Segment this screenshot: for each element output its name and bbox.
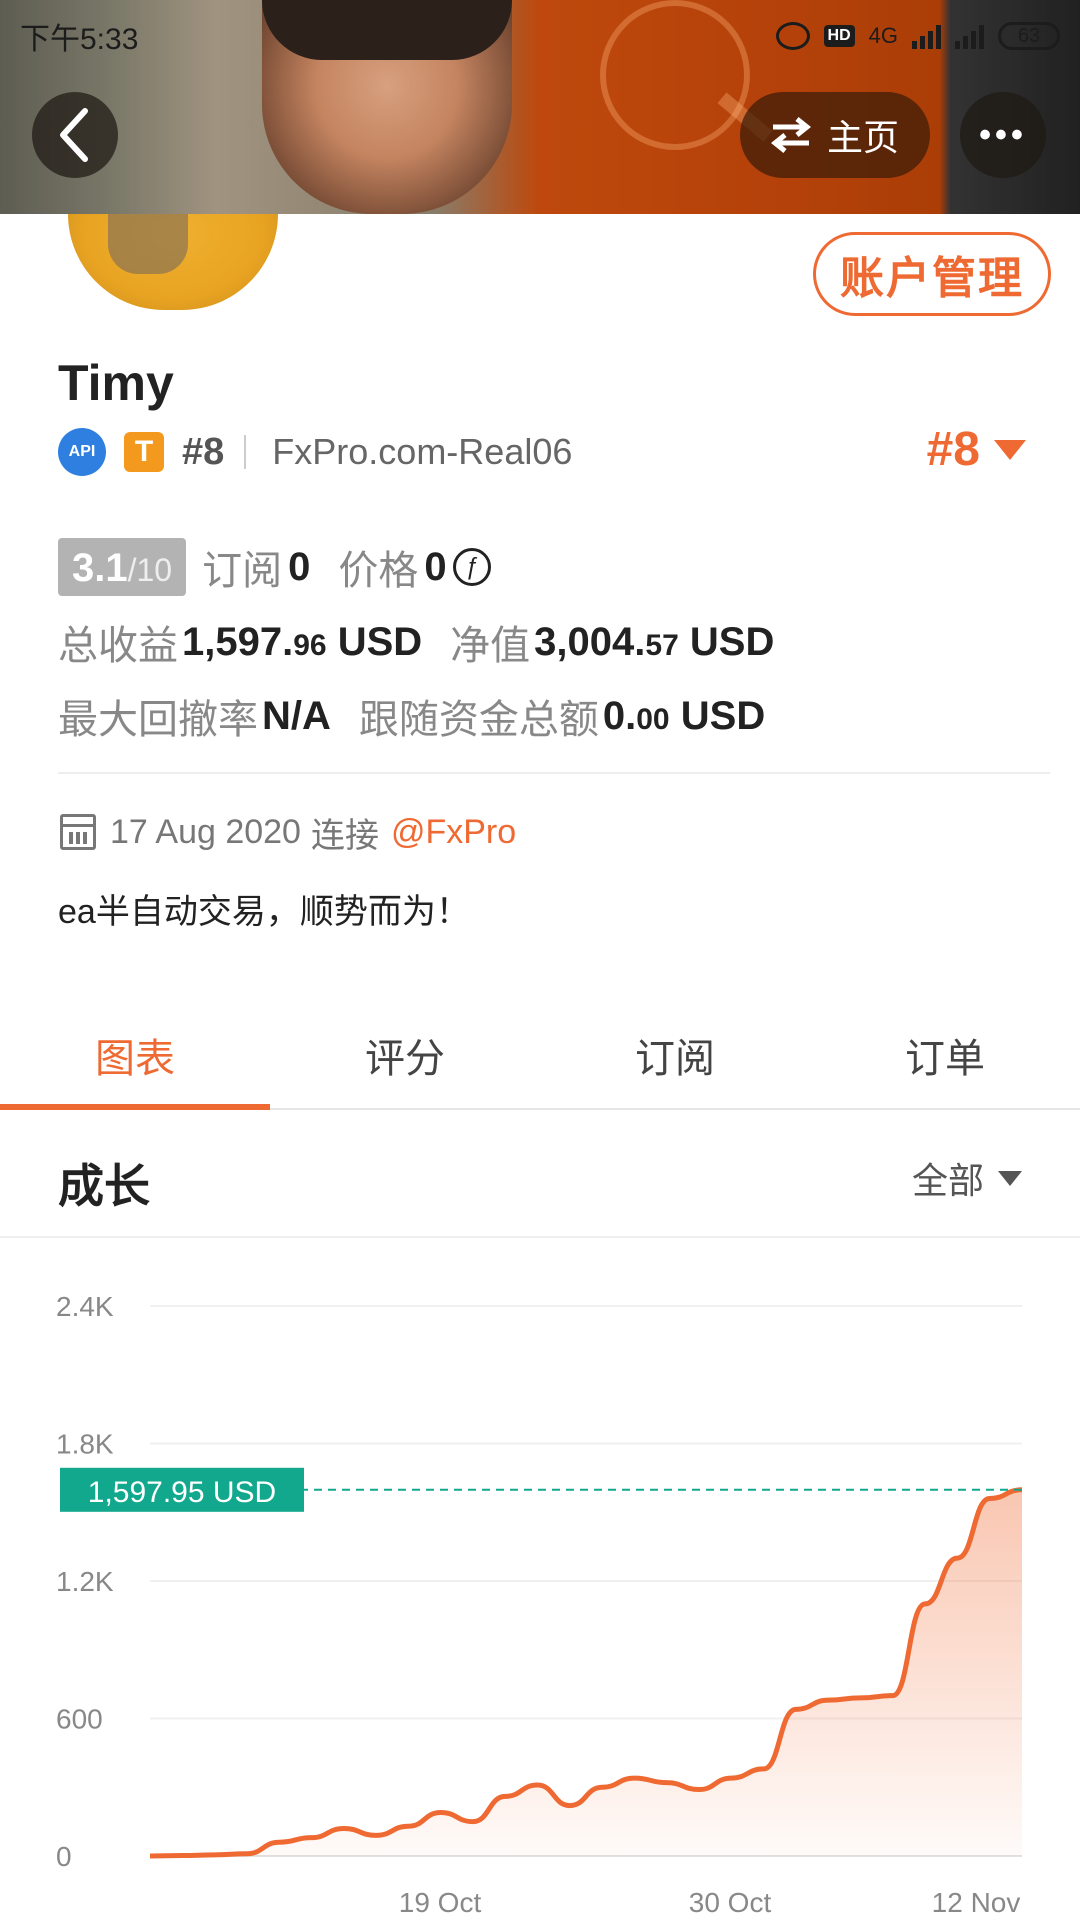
api-badge-icon: API [58, 428, 106, 476]
section-title: 成长 [58, 1160, 150, 1212]
rank-dropdown-label: #8 [926, 423, 980, 476]
more-button[interactable]: ••• [960, 92, 1046, 178]
battery-icon: 63 [998, 22, 1060, 50]
y-tick-label: 2.4K [56, 1291, 114, 1322]
home-button[interactable]: 主页 [740, 92, 930, 178]
tab-bar: 图表 评分 订阅 订单 [0, 1002, 1080, 1110]
swap-icon [770, 117, 811, 153]
current-value-label: 1,597.95 USD [88, 1476, 276, 1509]
x-tick-label: 30 Oct [689, 1887, 772, 1918]
stats-row-3: 最大回撤率 N/A 跟随资金总额 0.00 USD [58, 688, 765, 744]
range-dropdown[interactable]: 全部 [912, 1152, 1022, 1204]
avatar[interactable] [68, 214, 278, 310]
y-tick-label: 1.2K [56, 1566, 114, 1597]
total-profit-label: 总收益 [58, 624, 178, 668]
equity-value: 3,004.57 USD [534, 619, 775, 664]
signal-icon-2 [955, 23, 984, 49]
price-label: 价格 [338, 549, 419, 593]
x-tick-label: 19 Oct [399, 1887, 482, 1918]
series-area [150, 1489, 1022, 1856]
total-profit-value: 1,597.96 USD [182, 619, 423, 664]
more-icon: ••• [979, 115, 1027, 154]
subscribe-label: 订阅 [202, 549, 283, 593]
server-name: FxPro.com-Real06 [272, 431, 573, 472]
subscribe-count: 0 [288, 544, 311, 589]
y-tick-label: 600 [56, 1704, 103, 1735]
equity-label: 净值 [450, 624, 531, 668]
growth-section-header: 成长 全部 [0, 1112, 1080, 1238]
network-label: 4G [868, 23, 898, 48]
x-tick-label: 12 Nov [932, 1887, 1021, 1918]
follow-funds-label: 跟随资金总额 [358, 698, 599, 742]
connect-date: 17 Aug 2020 [110, 812, 301, 851]
max-drawdown-label: 最大回撤率 [58, 698, 258, 742]
stats-row-2: 总收益 1,597.96 USD 净值 3,004.57 USD [58, 614, 774, 670]
growth-chart[interactable]: 2.4K 1.8K 1.2K 600 0 19 Oct 30 Oct 12 Nov 1,597.… [0, 1240, 1080, 1920]
range-label: 全部 [911, 1160, 984, 1201]
coin-icon: ƒ [452, 548, 491, 586]
rank-dropdown[interactable]: #8 [927, 422, 1026, 477]
signal-icon [912, 23, 941, 49]
price-value: 0 [424, 544, 447, 589]
caret-down-icon [994, 439, 1026, 460]
y-tick-label: 1.8K [56, 1429, 114, 1460]
trader-name: Timy [58, 355, 174, 411]
tab-chart[interactable]: 图表 [0, 1002, 270, 1110]
divider [244, 435, 247, 469]
hd-icon: HD [823, 25, 855, 47]
alarm-icon [775, 22, 810, 50]
follow-funds-value: 0.00 USD [602, 693, 766, 738]
growth-chart-svg: 2.4K 1.8K 1.2K 600 0 19 Oct 30 Oct 12 Nov 1,597.… [56, 1291, 1023, 1918]
score-badge: 3.1/10 [58, 538, 187, 596]
tier-badge-icon: T [124, 432, 164, 472]
tab-rating[interactable]: 评分 [270, 1002, 540, 1108]
max-drawdown-value: N/A [262, 693, 331, 738]
tab-orders[interactable]: 订单 [810, 1002, 1080, 1108]
divider [58, 772, 1050, 774]
home-label: 主页 [826, 117, 899, 158]
calendar-icon [60, 814, 96, 850]
status-bar: 下午5:33 HD 4G 63 [20, 16, 1060, 56]
trader-bio: ea半自动交易，顺势而为！ [58, 893, 470, 931]
trader-badges: API T #8 FxPro.com-Real06 [58, 428, 572, 476]
connect-label: 连接 [310, 816, 379, 855]
rank-label: #8 [182, 430, 225, 473]
back-arrow-icon [60, 108, 88, 162]
broker-link[interactable]: @FxPro [391, 813, 516, 852]
tab-subscription[interactable]: 订阅 [540, 1002, 810, 1108]
stats-row-1: 3.1/10 订阅 0 价格 0 ƒ [58, 538, 491, 596]
caret-down-icon [998, 1170, 1022, 1186]
back-button[interactable] [32, 92, 118, 178]
connect-info: 17 Aug 2020 连接 @FxPro [60, 808, 516, 856]
account-management-button[interactable]: 账户管理 [813, 232, 1051, 316]
status-time: 下午5:33 [20, 23, 139, 56]
y-tick-label: 0 [56, 1841, 72, 1872]
